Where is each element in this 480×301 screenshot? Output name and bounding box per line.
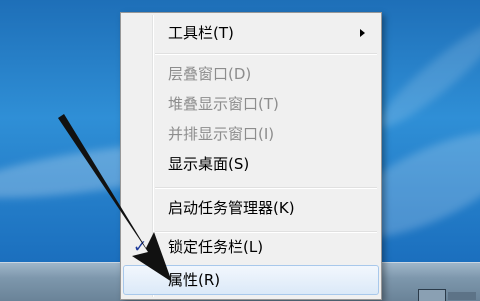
menu-item-label: 属性(R): [168, 271, 221, 289]
menu-item-label: 锁定任务栏(L): [168, 238, 264, 256]
menu-item-cascade-windows[interactable]: 层叠窗口(D): [123, 60, 379, 88]
menu-item-task-manager[interactable]: 启动任务管理器(K): [123, 194, 379, 222]
menu-item-toolbars[interactable]: 工具栏(T): [123, 19, 379, 47]
taskbar-context-menu: 工具栏(T) 层叠窗口(D) 堆叠显示窗口(T) 并排显示窗口(I) 显示桌面(…: [120, 12, 382, 300]
menu-separator: [155, 187, 377, 189]
menu-item-label: 启动任务管理器(K): [168, 199, 295, 217]
menu-item-label: 并排显示窗口(I): [168, 125, 275, 143]
menu-separator: [155, 53, 377, 55]
tray-button-secondary[interactable]: [448, 292, 476, 300]
checkmark-icon: ✓: [133, 237, 148, 257]
tray-button[interactable]: [418, 289, 446, 301]
menu-item-lock-taskbar[interactable]: ✓ 锁定任务栏(L): [123, 233, 379, 261]
menu-item-label: 层叠窗口(D): [168, 65, 252, 83]
menu-item-label: 工具栏(T): [168, 24, 234, 42]
menu-item-label: 堆叠显示窗口(T): [168, 95, 279, 113]
menu-item-stack-windows[interactable]: 堆叠显示窗口(T): [123, 90, 379, 118]
menu-item-label: 显示桌面(S): [168, 155, 250, 173]
menu-item-properties[interactable]: 属性(R): [123, 265, 379, 295]
menu-item-side-by-side-windows[interactable]: 并排显示窗口(I): [123, 120, 379, 148]
submenu-arrow-icon: [360, 29, 365, 37]
menu-item-show-desktop[interactable]: 显示桌面(S): [123, 150, 379, 178]
